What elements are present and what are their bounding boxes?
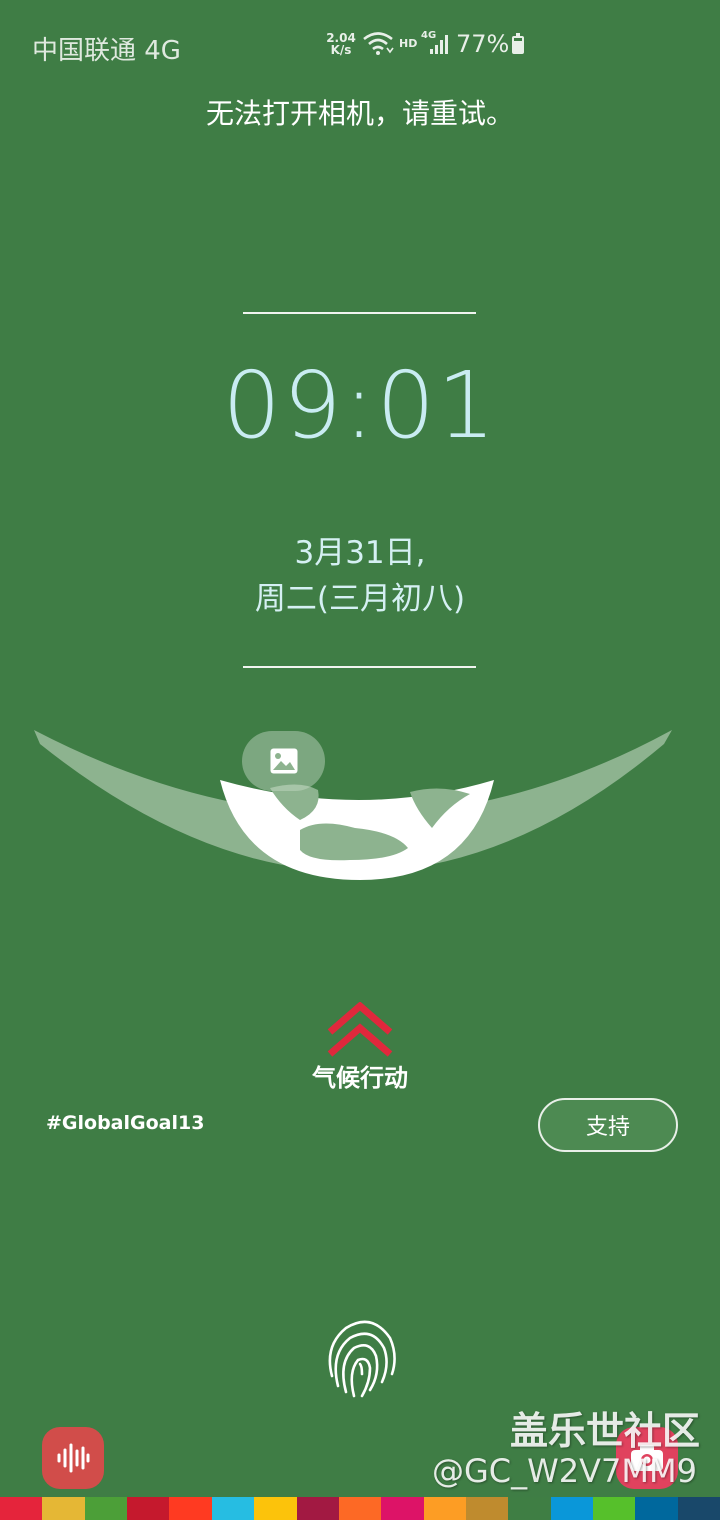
sdg-color-segment [84, 1497, 128, 1520]
lock-date: 3月31日, 周二(三月初八) [0, 530, 720, 622]
double-chevron-up-icon[interactable] [326, 1002, 394, 1062]
community-watermark-title: 盖乐世社区 [510, 1409, 701, 1453]
voice-waveform-icon [57, 1443, 90, 1473]
sdg-color-segment [0, 1497, 43, 1520]
clock-divider-top [243, 312, 476, 314]
date-line: 3月31日, [294, 535, 426, 571]
sdg-color-segment [338, 1497, 382, 1520]
global-goal-hashtag: #GlobalGoal13 [46, 1112, 205, 1134]
network-speed-unit: K/s [330, 43, 352, 57]
sdg-color-segment [677, 1497, 720, 1520]
sdg-color-segment [593, 1497, 636, 1520]
carrier-label: 中国联通 4G [32, 36, 181, 66]
image-icon [270, 748, 297, 774]
lunar-date-line: 周二(三月初八) [254, 581, 466, 617]
sdg-color-segment [423, 1497, 466, 1520]
sdg-color-segment [465, 1497, 509, 1520]
globe-illustration [34, 730, 672, 880]
sdg-color-segment [550, 1497, 594, 1520]
status-bar: 中国联通 4G 2.04 K/s HD 4G 77% [0, 0, 720, 88]
fingerprint-icon[interactable] [322, 1316, 398, 1402]
climate-action-label: 气候行动 [312, 1064, 408, 1092]
sdg-color-segment [211, 1497, 255, 1520]
battery-percent: 77% [456, 30, 510, 58]
battery-icon [512, 33, 524, 54]
sdg-color-segment [127, 1497, 170, 1520]
support-button[interactable]: 支持 [538, 1098, 678, 1152]
clock-divider-bottom [243, 666, 476, 668]
sdg-color-strip [0, 1497, 720, 1520]
sdg-color-segment [254, 1497, 297, 1520]
wifi-icon [363, 32, 394, 55]
signal-icon [430, 35, 448, 54]
sdg-color-segment [381, 1497, 424, 1520]
hd-label: HD [399, 37, 418, 50]
community-watermark-user: @GC_W2V7MM9 [432, 1452, 697, 1490]
sdg-color-segment [508, 1497, 551, 1520]
lock-clock: 09:01 [222, 352, 498, 459]
wallpaper-button[interactable] [242, 731, 325, 791]
camera-error-toast: 无法打开相机，请重试。 [205, 97, 514, 130]
sdg-color-segment [296, 1497, 339, 1520]
sdg-color-segment [169, 1497, 212, 1520]
sdg-color-segment [42, 1497, 85, 1520]
sdg-color-segment [635, 1497, 678, 1520]
network-speed: 2.04 K/s [326, 32, 356, 56]
voice-assistant-button[interactable] [42, 1427, 104, 1489]
